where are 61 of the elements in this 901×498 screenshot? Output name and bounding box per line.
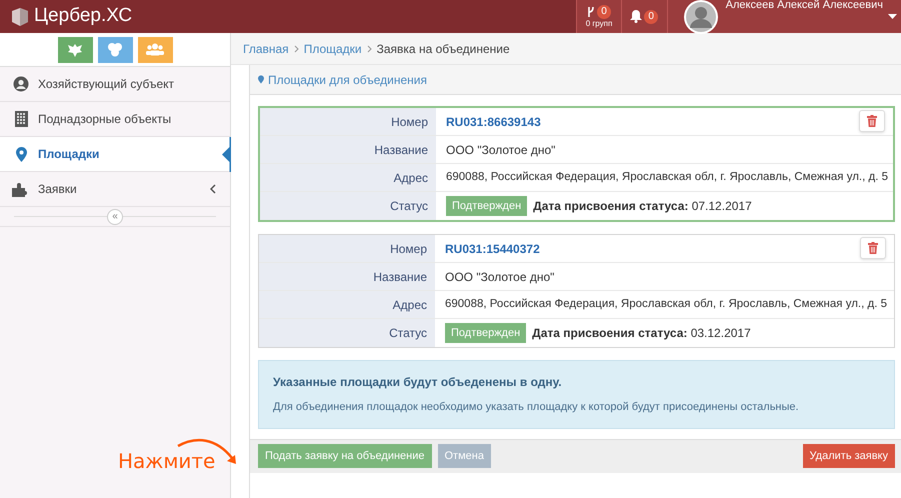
field-label: Адрес — [392, 296, 427, 314]
status-date: Дата присвоения статуса: 07.12.2017 — [533, 198, 752, 215]
field-label: Название — [374, 142, 428, 158]
site-address: 690088, Российская Федерация, Ярославская обл, г. Ярославль, Смежная ул., д. 5 — [446, 170, 888, 185]
chevron-right-icon — [366, 44, 372, 52]
site-number-link[interactable]: RU031:86639143 — [446, 112, 541, 130]
annotation-text: Нажмите — [118, 448, 216, 475]
site-number-link[interactable]: RU031:15440372 — [445, 240, 540, 258]
field-label: Адрес — [394, 170, 428, 186]
site-name: ООО "Золотое дно" — [445, 268, 554, 286]
action-button[interactable]: Удалить заявку — [802, 444, 895, 468]
circles-icon — [107, 42, 123, 57]
breadcrumb-current: Заявка на объединение — [376, 40, 510, 58]
status-badge: Подтвержден — [446, 196, 528, 216]
delete-button[interactable] — [859, 110, 885, 132]
logo-icon — [12, 8, 28, 26]
caret-icon — [888, 14, 897, 19]
user-name: Алексеев Алексей Алексеевич — [726, 0, 883, 11]
status-date: Дата присвоения статуса: 03.12.2017 — [532, 325, 751, 342]
pin-icon — [16, 146, 26, 162]
user-menu[interactable]: Алексеев Алексей Алексеевич — [666, 0, 901, 33]
breadcrumb-link[interactable]: Главная — [243, 40, 289, 58]
bell-icon — [630, 10, 642, 23]
panel-title: Площадки для объединения — [268, 72, 427, 88]
quick-button[interactable] — [58, 36, 92, 62]
app-title: Цербер.ХС — [34, 4, 132, 28]
status-badge: Подтвержден — [445, 322, 526, 344]
trash-icon — [868, 242, 878, 254]
active-pointer-icon — [222, 137, 231, 172]
field-label: Номер — [391, 114, 428, 130]
building-icon — [14, 111, 28, 127]
trash-icon — [867, 115, 877, 127]
chevron-left-icon — [210, 184, 216, 194]
emblem-icon — [67, 42, 83, 56]
info-text: Для объединения площадок необходимо указать площадку к которой будут присоединены остальные. — [273, 400, 800, 415]
puzzle-icon — [12, 182, 30, 196]
field-label: Номер — [390, 240, 427, 258]
field-label: Статус — [390, 198, 428, 215]
group-icon — [146, 43, 164, 56]
user-circle-icon — [13, 76, 29, 92]
quick-button[interactable] — [98, 36, 132, 62]
groups-counter[interactable]: 0 0 групп — [576, 0, 621, 33]
sidebar-item[interactable]: Площадки — [0, 137, 230, 172]
groups-label: 0 групп — [586, 19, 612, 28]
sidebar-item[interactable]: Хозяйствующий субъект — [0, 67, 230, 102]
chevron-right-icon — [294, 44, 299, 52]
sidebar-item[interactable]: Заявки — [0, 172, 230, 207]
collapse-button[interactable]: « — [107, 208, 123, 224]
site-address: 690088, Российская Федерация, Ярославская обл, г. Ярославль, Смежная ул., д. 5 — [445, 296, 887, 312]
field-label: Статус — [389, 325, 427, 342]
groups-badge: 0 — [597, 5, 611, 19]
breadcrumb-link[interactable]: Площадки — [304, 40, 362, 58]
fork-icon — [587, 6, 596, 18]
notifications-button[interactable]: 0 — [620, 0, 667, 33]
pin-icon — [258, 75, 264, 84]
notifications-badge: 0 — [644, 10, 658, 24]
quick-button[interactable] — [138, 36, 172, 62]
field-label: Название — [373, 268, 427, 286]
info-title: Указанные площадки будут объеденены в одну. — [273, 374, 563, 391]
delete-button[interactable] — [860, 237, 886, 259]
site-name: ООО "Золотое дно" — [446, 142, 556, 158]
